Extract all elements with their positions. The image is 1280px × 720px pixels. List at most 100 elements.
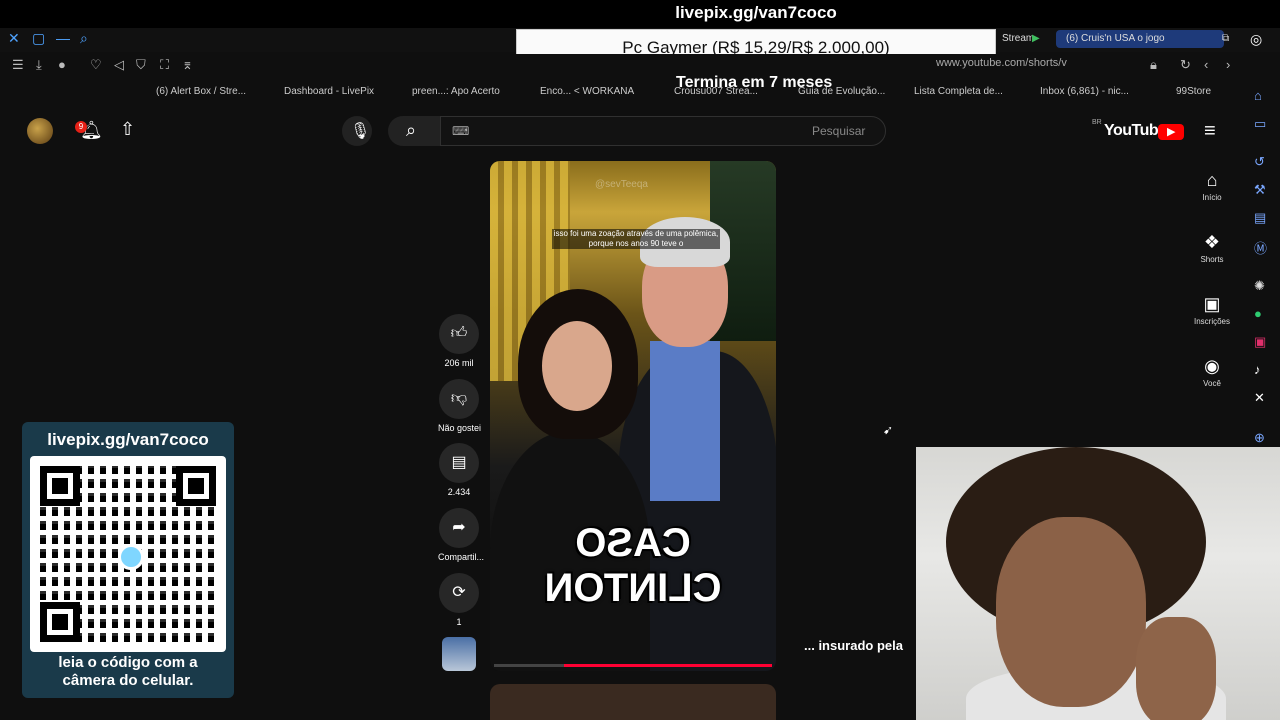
favorite-icon[interactable]: ♡ (90, 57, 102, 73)
search-button[interactable]: ⌕ (388, 116, 440, 146)
share-action[interactable]: ➦ Compartil... (438, 508, 485, 562)
streamer-webcam (916, 447, 1280, 720)
bookmark-item[interactable]: Guia de Evolução... (798, 86, 885, 97)
nav-label: Inscrições (1193, 317, 1230, 326)
bookmark-item[interactable]: Enco... < WORKANA (540, 86, 634, 97)
remix-action[interactable]: ⟳ 1 (438, 573, 480, 627)
history-icon[interactable]: ↺ (1254, 154, 1265, 170)
bookmark-item[interactable]: Dashboard - LivePix (284, 86, 374, 97)
stream-url-overlay: livepix.gg/van7coco (675, 3, 837, 22)
collections-icon[interactable]: ▤ (1254, 210, 1266, 226)
webcam-face (996, 517, 1146, 707)
reload-icon[interactable]: ↻ (1180, 57, 1191, 73)
shield-icon[interactable]: ⛉ (136, 57, 146, 73)
comment-count: 2.434 (447, 487, 471, 497)
bookmark-item[interactable]: preen...: Apo Acerto (412, 86, 500, 97)
messenger-icon[interactable]: Ⓜ (1254, 238, 1267, 257)
create-upload-icon[interactable]: ⇧ (120, 119, 135, 140)
nav-item-you[interactable]: ◉ Você (1188, 356, 1236, 388)
profile-icon[interactable]: ● (58, 57, 66, 72)
browser-logo-icon[interactable]: ◎ (1250, 30, 1262, 48)
youtube-logo-icon[interactable]: ▶ (1158, 124, 1184, 140)
pin-icon[interactable]: ⌆ (182, 57, 193, 73)
video-caption-big: CASO CLINTON (544, 521, 722, 610)
qr-code (30, 456, 226, 652)
share-icon[interactable]: ➦ (439, 508, 479, 548)
instagram-icon[interactable]: ▣ (1254, 334, 1266, 350)
address-bar-url[interactable]: www.youtube.com/shorts/v (936, 57, 1067, 69)
nav-item-subscriptions[interactable]: ▣ Inscrições (1188, 294, 1236, 326)
nav-item-home[interactable]: ⌂ Início (1188, 170, 1236, 202)
crop-icon[interactable]: ⛶ (160, 57, 169, 73)
chatgpt-icon[interactable]: ✺ (1254, 278, 1265, 294)
share-label: Compartil... (438, 552, 485, 562)
minimize-window-icon[interactable]: — (56, 30, 70, 46)
shorts-icon: ❖ (1203, 232, 1221, 252)
home-panel-icon[interactable]: ⌂ (1254, 88, 1262, 103)
sidebar-toggle-icon[interactable]: ☰ (12, 57, 24, 73)
notification-badge: 9 (75, 121, 87, 133)
tab-stream[interactable]: Stream (1002, 30, 1034, 48)
video-watermark: @sevTeeqa (595, 179, 648, 190)
tiktok-icon[interactable]: ♪ (1254, 362, 1261, 377)
livepix-qr-panel: livepix.gg/van7coco leia o código com a … (22, 422, 234, 698)
search-tabs-icon[interactable]: ⌕ (80, 30, 88, 47)
download-icon[interactable]: ⤓ (36, 57, 42, 73)
bookmark-item[interactable]: (6) Alert Box / Stre... (156, 86, 246, 97)
remix-count: 1 (456, 617, 462, 627)
home-icon: ⌂ (1206, 170, 1218, 190)
nav-label: Início (1202, 193, 1222, 202)
dislike-icon[interactable]: 👎︎ (439, 379, 479, 419)
send-icon[interactable]: ◁ (114, 57, 124, 73)
voice-search-button[interactable]: 🎙︎ (342, 116, 372, 146)
short-video-player[interactable]: @sevTeeqa isso foi uma zoação através de… (490, 161, 776, 671)
qr-title: livepix.gg/van7coco (47, 430, 209, 449)
wallet-icon[interactable]: ▭ (1254, 116, 1266, 132)
bookmark-item[interactable]: 99Store (1176, 86, 1211, 97)
tools-icon[interactable]: ⚒ (1254, 182, 1266, 198)
dislike-action[interactable]: 👎︎ Não gostei (438, 379, 481, 433)
back-icon[interactable]: ‹ (1204, 57, 1208, 72)
next-short-preview[interactable] (490, 684, 776, 720)
tab-stream-icon: ▶ (1032, 33, 1040, 44)
nav-item-shorts[interactable]: ❖ Shorts (1188, 232, 1236, 264)
region-code: BR (1092, 119, 1102, 126)
bookmark-item[interactable]: Lista Completa de... (914, 86, 1003, 97)
maximize-window-icon[interactable]: ▢ (32, 30, 45, 47)
livepix-logo-icon (118, 544, 144, 570)
qr-finder (40, 466, 80, 506)
account-avatar[interactable] (27, 118, 53, 144)
like-count: 206 mil (444, 358, 474, 368)
like-icon[interactable]: 👍︎ (439, 314, 479, 354)
comments-action[interactable]: ▤ 2.434 (438, 443, 480, 497)
nav-label: Você (1203, 379, 1221, 388)
like-action[interactable]: 👍︎ 206 mil (438, 314, 480, 368)
short-title-partial[interactable]: ... insurado pela (804, 638, 903, 653)
hamburger-menu-icon[interactable]: ≡ (1204, 120, 1216, 143)
video-progress-bar[interactable] (494, 664, 772, 667)
channel-thumbnail[interactable] (442, 637, 476, 671)
webcam-hand (1136, 617, 1216, 720)
x-icon[interactable]: ✕ (1254, 390, 1265, 406)
search-icon: ⌕ (406, 120, 417, 140)
close-window-icon[interactable]: ✕ (8, 30, 20, 47)
you-icon: ◉ (1204, 356, 1220, 376)
man-shirt (650, 341, 720, 501)
video-progress-fill (563, 664, 772, 667)
bookmark-item[interactable]: Inbox (6,861) - nic... (1040, 86, 1129, 97)
keyboard-icon[interactable]: ⌨ (452, 124, 469, 138)
comment-icon[interactable]: ▤ (439, 443, 479, 483)
tab-youtube-active[interactable]: (6) Cruis'n USA o jogo (1056, 30, 1224, 48)
whatsapp-icon[interactable]: ● (1254, 306, 1262, 321)
qr-caption-line: leia o código com a (58, 654, 198, 671)
forward-icon[interactable]: › (1226, 57, 1230, 72)
qr-finder (40, 602, 80, 642)
bookmark-item[interactable]: Crousu007 Strea... (674, 86, 758, 97)
nav-label: Shorts (1200, 255, 1224, 264)
qr-finder (176, 466, 216, 506)
qr-caption: leia o código com a câmera do celular. (22, 654, 234, 690)
add-panel-icon[interactable]: ⊕ (1254, 430, 1265, 446)
play-glyph: ▶ (1167, 126, 1176, 138)
screenshot-icon[interactable]: ⧉ (1222, 30, 1229, 48)
remix-icon[interactable]: ⟳ (439, 573, 479, 613)
